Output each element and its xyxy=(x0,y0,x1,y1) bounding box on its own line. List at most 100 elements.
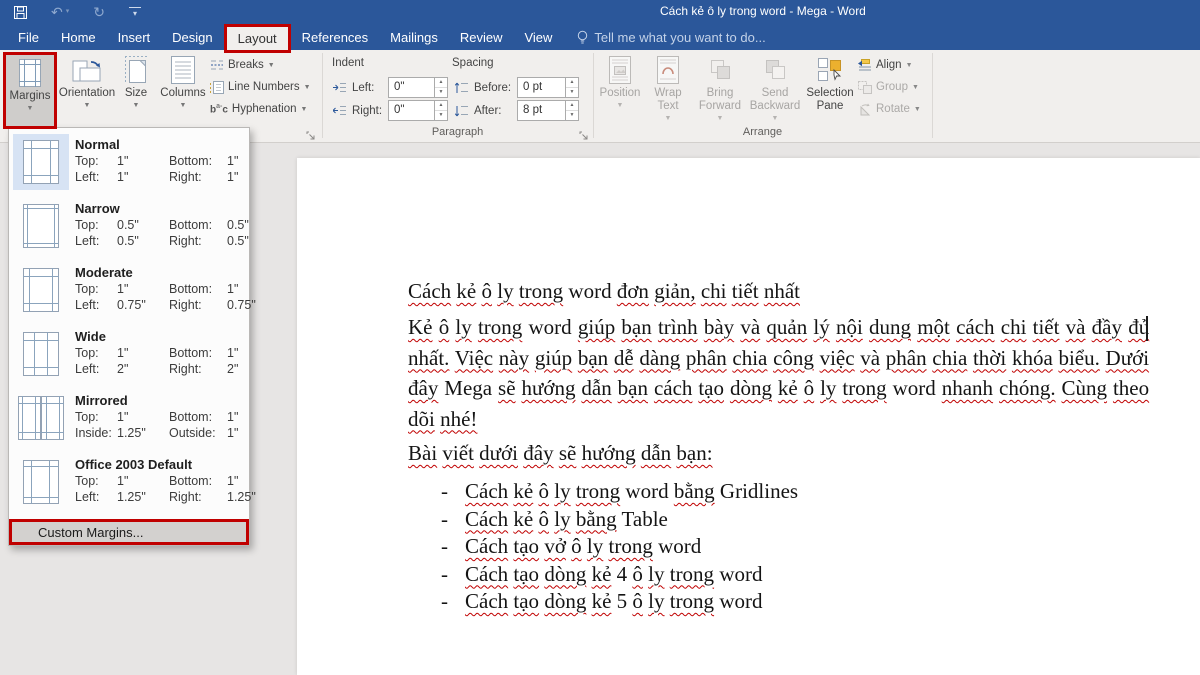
doc-word: quản xyxy=(766,315,807,339)
doc-word: Cách xyxy=(465,479,508,503)
send-backward-button[interactable]: Send Backward ▼ xyxy=(748,54,802,122)
margins-option-moderate[interactable]: Moderate Top:1"Bottom:1" Left:0.75"Right… xyxy=(9,260,249,324)
selection-pane-button[interactable]: Selection Pane xyxy=(804,54,856,113)
doc-word: dàng xyxy=(639,346,680,370)
spinner-down-icon[interactable]: ▼ xyxy=(566,88,578,97)
margin-preview-mirrored-icon xyxy=(13,390,69,446)
columns-button[interactable]: Columns ▼ xyxy=(158,54,208,109)
doc-word: ly xyxy=(648,562,664,586)
tab-home[interactable]: Home xyxy=(50,24,107,50)
tab-references[interactable]: References xyxy=(291,24,379,50)
group-objects-icon xyxy=(858,81,872,94)
doc-subheading: Bài viết dưới đây sẽ hướng dẫn bạn: xyxy=(408,440,1149,466)
spinner-up-icon[interactable]: ▲ xyxy=(566,78,578,88)
align-button[interactable]: Align ▼ xyxy=(858,56,913,74)
doc-word: trong xyxy=(842,376,886,400)
margin-preview-wide-icon xyxy=(13,326,69,382)
doc-word: biểu. xyxy=(1058,346,1099,370)
document-page[interactable]: Cách kẻ ô ly trong word đơn giản, chi ti… xyxy=(297,158,1200,675)
chevron-down-icon: ▼ xyxy=(665,115,672,122)
margins-option-office-2003[interactable]: Office 2003 Default Top:1"Bottom:1" Left… xyxy=(9,452,249,516)
indent-right-input[interactable]: 0" ▲▼ xyxy=(388,100,448,121)
tab-layout[interactable]: Layout xyxy=(224,24,291,53)
margins-option-mirrored[interactable]: Mirrored Top:1"Bottom:1" Inside:1.25"Out… xyxy=(9,388,249,452)
undo-icon[interactable]: ↶▾ xyxy=(51,5,69,19)
tab-insert[interactable]: Insert xyxy=(107,24,162,50)
list-item-text: Cách tạo vở ô ly trong word xyxy=(465,533,701,561)
doc-word: ly xyxy=(554,479,570,503)
line-numbers-button[interactable]: Line Numbers ▼ xyxy=(210,78,311,96)
group-button[interactable]: Group ▼ xyxy=(858,78,919,96)
spinner-up-icon[interactable]: ▲ xyxy=(566,101,578,111)
indent-left-icon xyxy=(333,82,347,94)
spinner-up-icon[interactable]: ▲ xyxy=(435,78,447,88)
doc-word: thời xyxy=(973,346,1006,370)
doc-paragraph: Kẻ ô ly trong word giúp bạn trình bày và… xyxy=(408,312,1149,434)
tab-mailings[interactable]: Mailings xyxy=(379,24,449,50)
doc-word: dòng xyxy=(544,589,586,613)
indent-left-input[interactable]: 0" ▲▼ xyxy=(388,77,448,98)
list-item: -Cách tạo vở ô ly trong word xyxy=(408,533,1149,561)
selection-pane-icon xyxy=(817,54,843,86)
align-label: Align xyxy=(876,59,902,71)
customize-quick-access-icon[interactable]: ▾ xyxy=(129,7,141,18)
wrap-text-button[interactable]: Wrap Text ▼ xyxy=(645,54,691,122)
spinner-arrows[interactable]: ▲▼ xyxy=(565,78,578,97)
chevron-down-icon: ▼ xyxy=(304,84,311,91)
spinner-arrows[interactable]: ▲▼ xyxy=(565,101,578,120)
doc-word: kẻ xyxy=(592,562,612,586)
doc-word: kẻ xyxy=(456,279,476,303)
spinner-arrows[interactable]: ▲▼ xyxy=(434,78,447,97)
tab-review[interactable]: Review xyxy=(449,24,514,50)
hyphenation-button[interactable]: ba-c Hyphenation ▼ xyxy=(210,100,307,118)
spinner-down-icon[interactable]: ▼ xyxy=(435,88,447,97)
page-setup-dialog-launcher-icon[interactable] xyxy=(306,128,317,139)
doc-heading: Cách kẻ ô ly trong word đơn giản, chi ti… xyxy=(408,278,1149,304)
redo-icon[interactable]: ↻ xyxy=(93,5,105,19)
spinner-down-icon[interactable]: ▼ xyxy=(435,111,447,120)
doc-word: kẻ xyxy=(513,479,533,503)
doc-word: bạn xyxy=(618,376,648,400)
doc-word: word xyxy=(719,589,762,613)
page-size-icon xyxy=(125,54,147,86)
custom-margins-menu-item[interactable]: Custom Margins... xyxy=(9,519,249,545)
margins-option-narrow[interactable]: Narrow Top:0.5"Bottom:0.5" Left:0.5"Righ… xyxy=(9,196,249,260)
doc-word: dẫn xyxy=(641,441,671,465)
indent-left-row: Left: xyxy=(333,77,374,98)
columns-icon xyxy=(171,54,195,86)
margins-option-normal[interactable]: Normal Top:1"Bottom:1" Left:1"Right:1" xyxy=(9,132,249,196)
margins-option-wide[interactable]: Wide Top:1"Bottom:1" Left:2"Right:2" xyxy=(9,324,249,388)
doc-word: ô xyxy=(632,589,643,613)
margins-button[interactable]: Margins ▼ xyxy=(3,52,57,129)
spinner-down-icon[interactable]: ▼ xyxy=(566,111,578,120)
save-icon[interactable] xyxy=(14,6,27,19)
margins-icon xyxy=(19,57,41,89)
spacing-after-row: After: xyxy=(455,100,501,121)
doc-word: phân xyxy=(886,346,927,370)
breaks-button[interactable]: Breaks ▼ xyxy=(210,56,275,74)
doc-word: trong xyxy=(576,479,620,503)
position-button[interactable]: Position ▼ xyxy=(597,54,643,109)
orientation-button[interactable]: Orientation ▼ xyxy=(62,54,112,109)
doc-word: Gridlines xyxy=(720,479,798,503)
spinner-up-icon[interactable]: ▲ xyxy=(435,101,447,111)
doc-word: Cách xyxy=(465,589,508,613)
window-title: Cách kẻ ô ly trong word - Mega - Word xyxy=(660,4,866,18)
tab-view[interactable]: View xyxy=(513,24,563,50)
doc-word: ly xyxy=(455,315,471,339)
bring-forward-button[interactable]: Bring Forward ▼ xyxy=(694,54,746,122)
size-button[interactable]: Size ▼ xyxy=(114,54,158,109)
tell-me-box[interactable]: Tell me what you want to do... xyxy=(577,24,765,50)
bring-forward-icon xyxy=(708,54,732,86)
doc-word: một xyxy=(917,315,950,339)
spacing-before-input[interactable]: 0 pt ▲▼ xyxy=(517,77,579,98)
tab-design[interactable]: Design xyxy=(161,24,223,50)
spinner-arrows[interactable]: ▲▼ xyxy=(434,101,447,120)
line-numbers-icon xyxy=(210,81,224,94)
paragraph-dialog-launcher-icon[interactable] xyxy=(579,128,590,139)
tab-file[interactable]: File xyxy=(7,24,50,50)
margins-dropdown-menu: Normal Top:1"Bottom:1" Left:1"Right:1" N… xyxy=(8,127,250,546)
margin-preview-narrow-icon xyxy=(13,198,69,254)
rotate-button[interactable]: Rotate ▼ xyxy=(858,100,921,118)
spacing-after-input[interactable]: 8 pt ▲▼ xyxy=(517,100,579,121)
